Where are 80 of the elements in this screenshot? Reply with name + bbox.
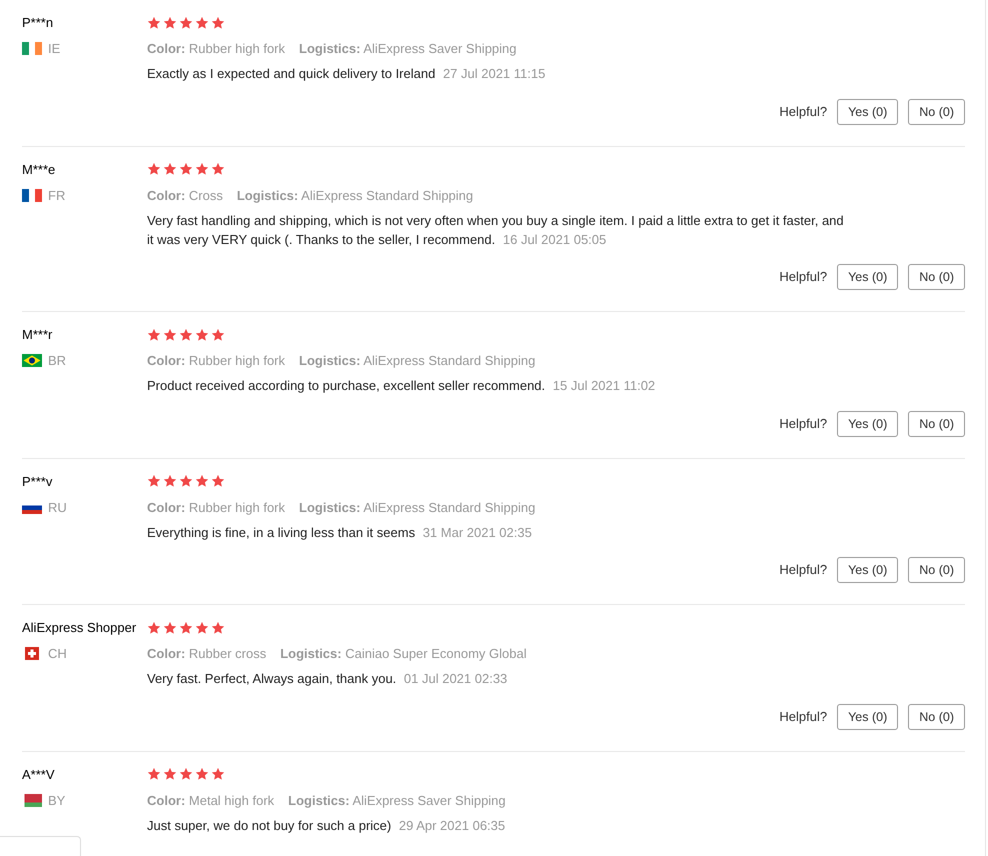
product-color: Color: Metal high fork [147, 792, 274, 808]
no-button[interactable]: No (0) [908, 410, 965, 436]
country-code: BY [48, 792, 66, 810]
star-icon [211, 767, 225, 781]
no-button[interactable]: No (0) [908, 557, 965, 583]
flag-icon [22, 188, 42, 202]
yes-button[interactable]: Yes (0) [837, 98, 898, 124]
star-icon [163, 474, 177, 488]
reviewer-name: M***e [22, 160, 56, 178]
no-button[interactable]: No (0) [908, 264, 965, 290]
review-text: Exactly as I expected and quick delivery to Ireland 27 Jul 2021 11:15 [147, 65, 546, 83]
star-icon [195, 620, 209, 634]
star-icon [179, 16, 193, 30]
star-icon [195, 474, 209, 488]
country-code: CH [48, 645, 67, 663]
product-color: Color: Rubber high fork [147, 352, 286, 369]
star-icon [179, 767, 193, 781]
reviewer-name: M***r [22, 326, 54, 343]
star-icon [163, 328, 177, 342]
star-icon [147, 767, 161, 781]
star-icon [211, 328, 225, 342]
star-icon [163, 620, 177, 634]
star-icon [163, 767, 177, 781]
star-icon [163, 162, 177, 176]
flag-icon [22, 647, 42, 660]
helpful-label: Helpful? [779, 102, 828, 121]
country-code: BR [48, 352, 66, 370]
yes-button[interactable]: Yes (0) [837, 264, 898, 290]
star-icon [195, 162, 209, 176]
logistics-info: Logistics: Cainiao Super Economy Global [280, 645, 527, 662]
logistics-info: Logistics: AliExpress Saver Shipping [288, 792, 506, 808]
helpful-label: Helpful? [779, 414, 828, 433]
no-button[interactable]: No (0) [908, 98, 965, 124]
reviewer-name: P***v [22, 472, 54, 490]
star-icon [179, 328, 193, 342]
product-color: Color: Rubber high fork [147, 498, 286, 516]
star-icon [195, 328, 209, 342]
review-text: Just super, we do not buy for such a price) 29 Apr 2021 06:35 [147, 816, 506, 834]
country-code: IE [48, 40, 60, 58]
review-text: Very fast. Perfect, Always again, thank you. 01 Jul 2021 02:33 [147, 670, 508, 688]
review-text: Everything is fine, in a living less than it seems 31 Mar 2021 02:35 [147, 524, 532, 542]
country-code: FR [48, 186, 66, 204]
star-icon [211, 16, 225, 30]
product-color: Color: Rubber high fork [147, 40, 286, 57]
star-icon [211, 162, 225, 176]
star-icon [147, 620, 161, 634]
star-icon [147, 474, 161, 488]
yes-button[interactable]: Yes (0) [837, 557, 898, 583]
country-code: RU [48, 498, 67, 516]
helpful-label: Helpful? [779, 708, 828, 726]
logistics-info: Logistics: AliExpress Standard Shipping [299, 352, 536, 369]
star-icon [211, 620, 225, 634]
logistics-info: Logistics: AliExpress Standard Shipping [299, 498, 536, 516]
yes-button[interactable]: Yes (0) [837, 410, 898, 436]
yes-button[interactable]: Yes (0) [837, 704, 898, 730]
star-icon [195, 767, 209, 781]
star-icon [147, 16, 161, 30]
review-text: Product received according to purchase, excellent seller recommend. 15 Jul 2021 11:02 [147, 377, 656, 395]
star-icon [147, 162, 161, 176]
helpful-label: Helpful? [779, 561, 828, 580]
review-text: Very fast handling and shipping, which is not very often when you buy a single item. I paid a little extra to get it faster, and it was very VERY quick (. Thanks to the seller, I recommend. 16 Jul 2021 05:05 [147, 212, 845, 248]
reviewer-name: P***n [22, 14, 54, 31]
no-button[interactable]: No (0) [908, 704, 965, 730]
flag-icon [22, 42, 42, 56]
star-icon [147, 328, 161, 342]
flag-icon [22, 354, 42, 368]
star-icon [179, 162, 193, 176]
star-icon [195, 16, 209, 30]
star-icon [179, 620, 193, 634]
logistics-info: Logistics: AliExpress Saver Shipping [299, 40, 517, 57]
reviewer-name: A***V [22, 766, 56, 782]
star-icon [179, 474, 193, 488]
star-icon [163, 16, 177, 30]
product-color: Color: Rubber cross [147, 645, 266, 662]
reviewer-name: AliExpress Shopper [22, 619, 138, 636]
star-icon [211, 474, 225, 488]
logistics-info: Logistics: AliExpress Standard Shipping [236, 186, 474, 204]
flag-icon [22, 794, 42, 807]
helpful-label: Helpful? [779, 268, 828, 286]
product-color: Color: Cross [147, 186, 223, 204]
